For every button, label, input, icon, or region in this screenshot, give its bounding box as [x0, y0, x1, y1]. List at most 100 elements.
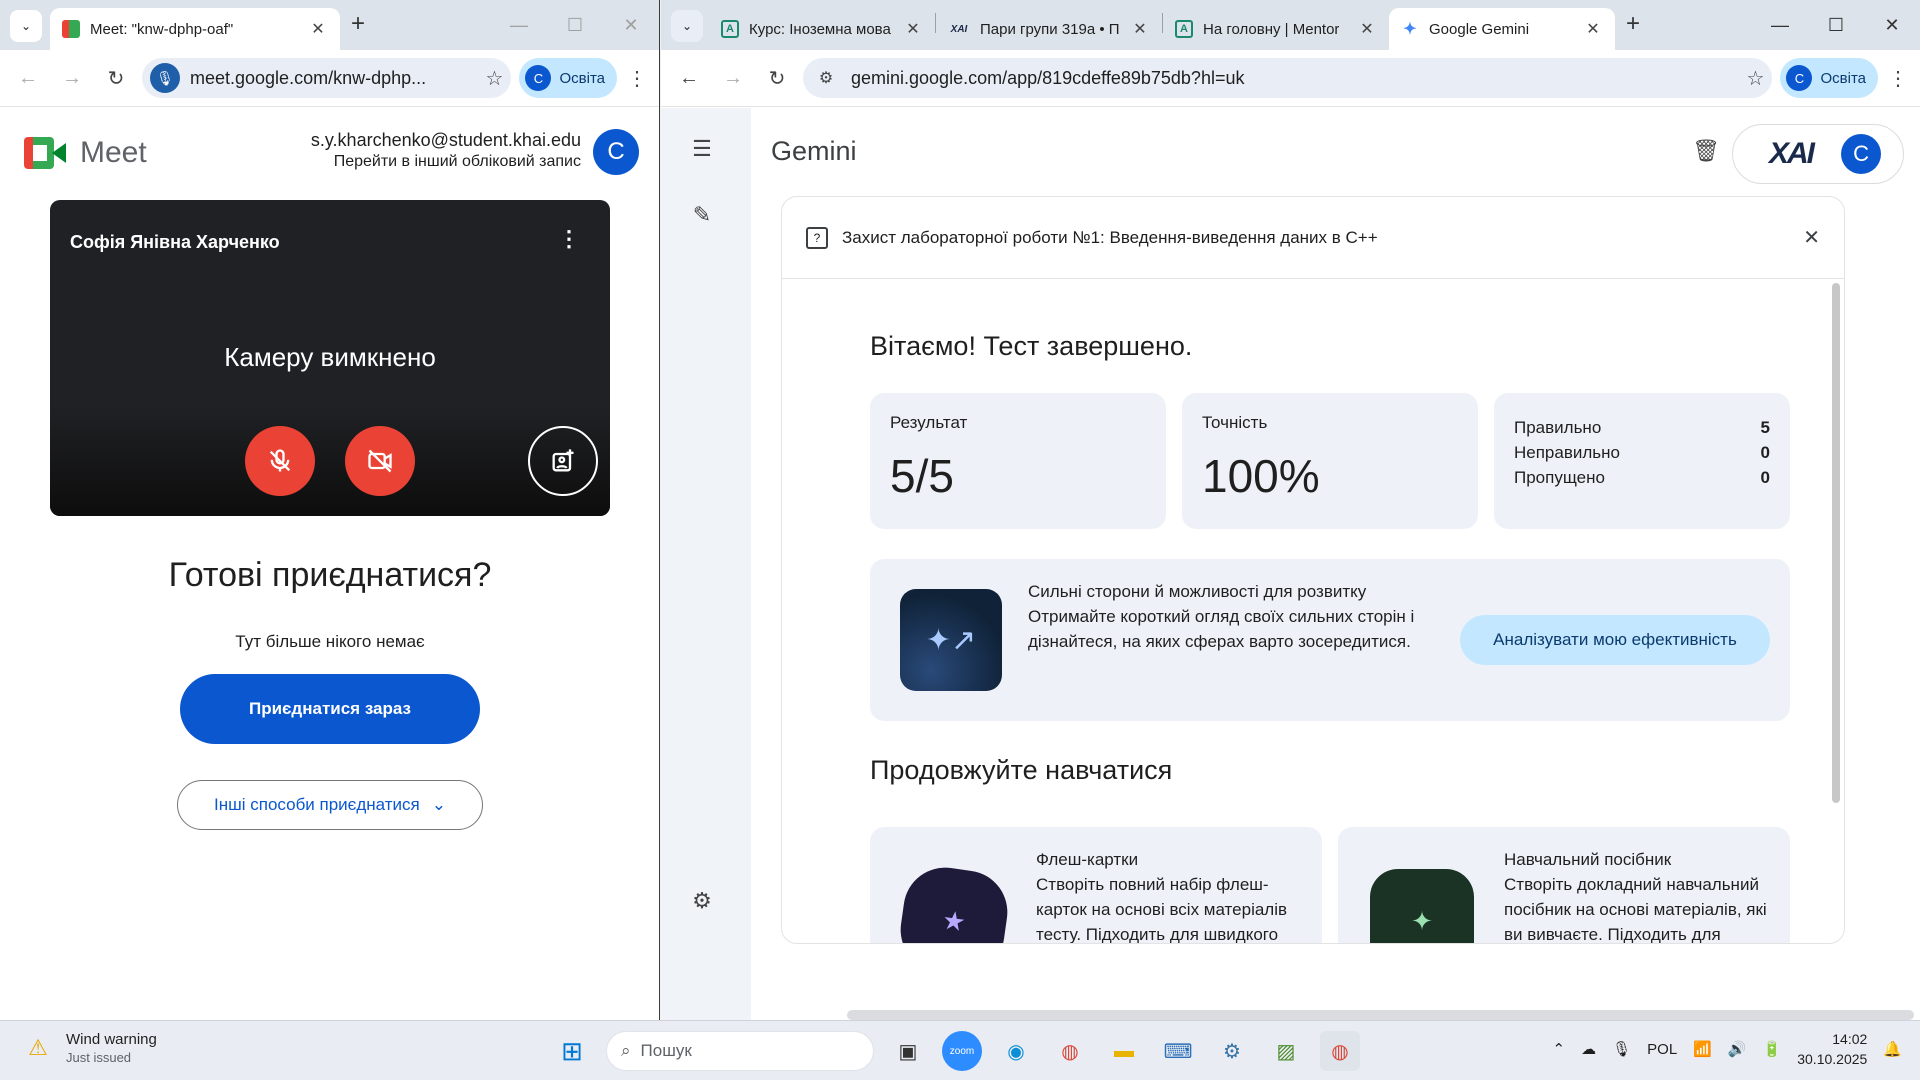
browser-toolbar: ← → ↻ ⚙ gemini.google.com/app/819cdeffe8… [661, 50, 1920, 107]
gemini-page: ☰ ✎ ⚙ Gemini 🗑 XAI C ? Захист лабораторн… [661, 108, 1920, 1020]
forward-icon[interactable]: → [715, 60, 751, 96]
python-icon[interactable]: ⚙ [1212, 1031, 1252, 1071]
close-window-icon[interactable]: ✕ [603, 0, 659, 50]
study-guide-card[interactable]: ✦ Навчальний посібник Створіть докладний… [1338, 827, 1790, 943]
maximize-icon[interactable]: ☐ [547, 0, 603, 50]
mentor-favicon-icon: A [721, 20, 739, 38]
notification-bell-icon[interactable]: 🔔 [1883, 1040, 1902, 1058]
browser-menu-icon[interactable]: ⋮ [1886, 66, 1910, 91]
study-guide-icon: ✦ [1370, 869, 1474, 943]
window-controls: — ☐ ✕ [491, 0, 659, 50]
back-icon[interactable]: ← [671, 60, 707, 96]
tab-gemini[interactable]: ✦ Google Gemini ✕ [1389, 8, 1615, 50]
strengths-description: Отримайте короткий огляд своїх сильних с… [1028, 607, 1415, 651]
close-tab-icon[interactable]: ✕ [1130, 19, 1150, 39]
file-explorer-icon[interactable]: ▬ [1104, 1031, 1144, 1071]
new-tab-button[interactable]: + [340, 10, 376, 38]
reload-icon[interactable]: ↻ [759, 60, 795, 96]
close-icon[interactable]: ✕ [1803, 225, 1820, 250]
horizontal-scrollbar[interactable] [847, 1010, 1914, 1020]
site-info-icon[interactable]: ⚙ [811, 63, 841, 93]
forward-icon[interactable]: → [54, 60, 90, 96]
quiz-title: Захист лабораторної роботи №1: Введення-… [842, 227, 1378, 247]
address-bar[interactable]: 🎙 meet.google.com/knw-dphp... ☆ [142, 58, 512, 98]
join-now-button[interactable]: Приєднатися зараз [180, 674, 480, 744]
bookmark-star-icon[interactable]: ☆ [1747, 66, 1765, 91]
stat-row: Пропущено 0 [1514, 465, 1770, 490]
close-tab-icon[interactable]: ✕ [1357, 19, 1377, 39]
analyze-performance-button[interactable]: Аналізувати мою ефективність [1460, 615, 1770, 665]
close-tab-icon[interactable]: ✕ [1583, 19, 1603, 39]
close-window-icon[interactable]: ✕ [1864, 0, 1920, 50]
profile-chip[interactable]: C Освіта [1780, 58, 1878, 98]
strengths-title: Сильні сторони й можливості для розвитку [1028, 582, 1367, 601]
image-app-icon[interactable]: ▨ [1266, 1031, 1306, 1071]
task-view-icon[interactable]: ▣ [888, 1031, 928, 1071]
video-preview: Софія Янівна Харченко ⋮ Камеру вимкнено [50, 200, 610, 516]
flashcards-card[interactable]: ★ Флеш-картки Створіть повний набір флеш… [870, 827, 1322, 943]
visual-effects-button[interactable] [528, 426, 598, 496]
other-ways-label: Інші способи приєднатися [214, 795, 420, 814]
weather-widget[interactable]: ⚠ Wind warning Just issued [22, 1031, 157, 1065]
new-tab-button[interactable]: + [1615, 10, 1651, 38]
stat-label: Правильно [1514, 418, 1602, 437]
tab-search-button[interactable]: ⌄ [10, 10, 42, 42]
address-bar[interactable]: ⚙ gemini.google.com/app/819cdeffe89b75db… [803, 58, 1773, 98]
bookmark-star-icon[interactable]: ☆ [486, 66, 504, 91]
chevron-up-icon[interactable]: ⌃ [1553, 1040, 1566, 1058]
microphone-icon[interactable]: 🎙 [150, 63, 180, 93]
account-switcher[interactable]: XAI C [1732, 124, 1904, 184]
card-description: Створіть докладний навчальний посібник н… [1504, 875, 1767, 943]
volume-icon[interactable]: 🔊 [1728, 1040, 1747, 1058]
tab-schedule[interactable]: XAI Пари групи 319а • П ✕ [936, 8, 1162, 50]
delete-icon[interactable]: 🗑 [1692, 138, 1720, 164]
tab-mentor[interactable]: A На головну | Mentor ✕ [1163, 8, 1389, 50]
chrome-profile-icon[interactable]: ◍ [1320, 1031, 1360, 1071]
maximize-icon[interactable]: ☐ [1808, 0, 1864, 50]
other-ways-button[interactable]: Інші способи приєднатися ⌄ [177, 780, 483, 830]
vertical-scrollbar[interactable] [1832, 283, 1840, 803]
close-tab-icon[interactable]: ✕ [903, 19, 923, 39]
camera-off-button[interactable] [345, 426, 415, 496]
wifi-icon[interactable]: 📶 [1693, 1040, 1712, 1058]
edge-icon[interactable]: ◉ [996, 1031, 1036, 1071]
stat-value: 0 [1760, 443, 1770, 462]
tab-strip: ⌄ A Курс: Іноземна мова ✕ XAI Пари групи… [661, 0, 1920, 50]
language-indicator[interactable]: POL [1647, 1041, 1677, 1058]
keyboard-app-icon[interactable]: ⌨ [1158, 1031, 1198, 1071]
reload-icon[interactable]: ↻ [98, 60, 134, 96]
warning-icon: ⚠ [28, 1035, 48, 1060]
menu-icon[interactable]: ☰ [687, 134, 717, 164]
mic-off-button[interactable] [245, 426, 315, 496]
account-avatar[interactable]: C [593, 129, 639, 175]
tab-title: Meet: "knw-dphp-oaf" [90, 20, 234, 38]
microphone-icon[interactable]: 🎙 [1612, 1040, 1631, 1058]
battery-icon[interactable]: 🔋 [1763, 1040, 1782, 1058]
chrome-icon[interactable]: ◍ [1050, 1031, 1090, 1071]
search-placeholder: Пошук [640, 1041, 692, 1060]
zoom-icon[interactable]: zoom [942, 1031, 982, 1071]
onedrive-icon[interactable]: ☁ [1581, 1040, 1596, 1058]
stat-value: 0 [1760, 468, 1770, 487]
tab-meet[interactable]: Meet: "knw-dphp-oaf" ✕ [50, 8, 340, 50]
profile-avatar: C [1786, 65, 1813, 91]
more-options-icon[interactable]: ⋮ [558, 226, 580, 252]
new-chat-icon[interactable]: ✎ [687, 200, 717, 230]
tab-course[interactable]: A Курс: Іноземна мова ✕ [709, 8, 935, 50]
back-icon[interactable]: ← [10, 60, 46, 96]
minimize-icon[interactable]: — [491, 0, 547, 50]
switch-account-link[interactable]: Перейти в інший обліковий запис [311, 153, 581, 171]
close-tab-icon[interactable]: ✕ [308, 19, 328, 39]
answers-breakdown: Правильно 5 Неправильно 0 Пропущено 0 [1494, 393, 1790, 529]
taskbar-search[interactable]: ⌕ Пошук [606, 1031, 874, 1071]
minimize-icon[interactable]: — [1752, 0, 1808, 50]
profile-chip[interactable]: C Освіта [519, 58, 617, 98]
windows-start-icon[interactable]: ⊞ [552, 1031, 592, 1071]
xai-favicon-icon: XAI [950, 23, 968, 35]
browser-menu-icon[interactable]: ⋮ [625, 66, 649, 91]
trend-sparkle-icon: ✦↗ [900, 589, 1002, 691]
clock[interactable]: 14:02 30.10.2025 [1797, 1029, 1867, 1069]
tab-search-button[interactable]: ⌄ [671, 10, 703, 42]
settings-icon[interactable]: ⚙ [687, 886, 717, 916]
accuracy-value: 100% [1202, 450, 1320, 502]
